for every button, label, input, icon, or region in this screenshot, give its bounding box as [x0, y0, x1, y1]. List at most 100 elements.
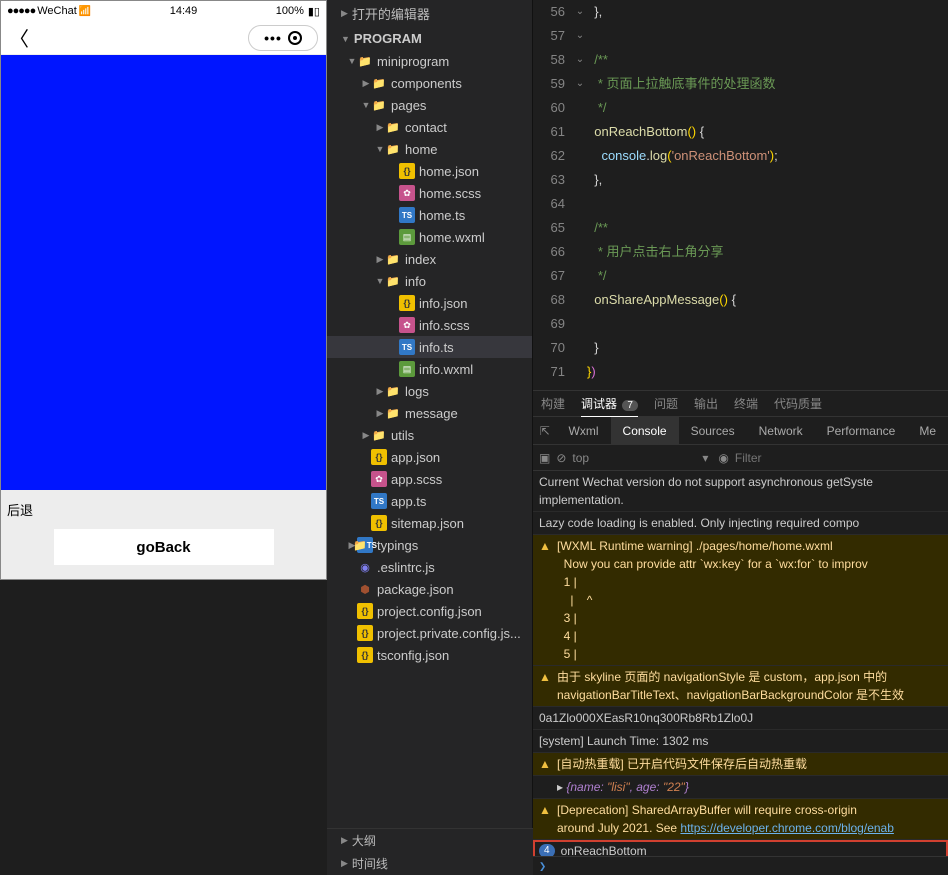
file-app.ts[interactable]: app.ts — [327, 490, 532, 512]
file-info.json[interactable]: info.json — [327, 292, 532, 314]
close-target-icon[interactable] — [288, 31, 302, 45]
inspect-icon[interactable]: ⇱ — [533, 424, 557, 438]
timeline-section[interactable]: ▶时间线 — [327, 852, 533, 875]
capsule-button[interactable]: ••• — [248, 25, 318, 51]
filter-input[interactable] — [735, 451, 942, 465]
ico-folder-icon: 📁 — [371, 75, 387, 91]
dtab-performance[interactable]: Performance — [815, 417, 908, 445]
file-home.ts[interactable]: home.ts — [327, 204, 532, 226]
file-tree: ▼📁miniprogram▶📁components▼📁pages▶📁contac… — [327, 50, 532, 666]
ico-json-icon — [371, 449, 387, 465]
ico-mini-icon: 📁 — [357, 53, 373, 69]
file-app.json[interactable]: app.json — [327, 446, 532, 468]
tab-quality[interactable]: 代码质量 — [774, 395, 822, 412]
back-icon[interactable]: 〈 — [9, 23, 29, 52]
devtool-tabs: ⇱ Wxml Console Sources Network Performan… — [533, 417, 948, 445]
console-log[interactable]: 0a1Zlo000XEasR10nq300Rb8Rb1Zlo0J — [533, 707, 948, 730]
console-log[interactable]: [system] Launch Time: 1302 ms — [533, 730, 948, 753]
console-log[interactable]: Lazy code loading is enabled. Only injec… — [533, 512, 948, 535]
console-log[interactable]: ▲[自动热重载] 已开启代码文件保存后自动热重载 — [533, 753, 948, 776]
folder-contact[interactable]: ▶📁contact — [327, 116, 532, 138]
console-log[interactable]: ▲由于 skyline 页面的 navigationStyle 是 custom… — [533, 666, 948, 707]
outline-section[interactable]: ▶大纲 — [327, 829, 533, 852]
file-info.wxml[interactable]: info.wxml — [327, 358, 532, 380]
console-prompt[interactable]: ❯ — [533, 856, 948, 875]
page-content[interactable] — [1, 55, 326, 490]
ico-json-icon — [357, 647, 373, 663]
console-output[interactable]: Current Wechat version do not support as… — [533, 471, 948, 856]
menu-dots-icon[interactable]: ••• — [264, 30, 282, 46]
console-log[interactable]: Current Wechat version do not support as… — [533, 471, 948, 512]
file-.eslintrc.js[interactable]: .eslintrc.js — [327, 556, 532, 578]
context-selector[interactable]: top — [572, 451, 712, 465]
explorer-footer: ▶大纲 ▶时间线 — [327, 828, 533, 875]
tab-debugger[interactable]: 调试器 7 — [581, 395, 638, 412]
console-toolbar: ▣ ⊘ top ◉ — [533, 445, 948, 471]
open-editors-section[interactable]: ▶打开的编辑器 — [327, 0, 532, 27]
file-home.scss[interactable]: home.scss — [327, 182, 532, 204]
console-log[interactable]: ▸ {name: "lisi", age: "22"} — [533, 776, 948, 799]
file-explorer[interactable]: ▶打开的编辑器 ▼PROGRAM ▼📁miniprogram▶📁componen… — [327, 0, 533, 875]
folder-info[interactable]: ▼📁info — [327, 270, 532, 292]
folder-logs[interactable]: ▶📁logs — [327, 380, 532, 402]
dtab-console[interactable]: Console — [611, 417, 679, 445]
ico-ts-icon: 📁 — [357, 537, 373, 553]
ico-wxml-icon — [399, 229, 415, 245]
clear-console-icon[interactable]: ⊘ — [556, 451, 566, 465]
nav-bar: 〈 ••• — [1, 21, 326, 55]
tab-terminal[interactable]: 终端 — [734, 395, 758, 412]
editor-area: 56575859606162636465666768697071 ⌄⌄⌄⌄ },… — [533, 0, 948, 875]
ico-ts-icon — [399, 207, 415, 223]
ico-grey-icon: 📁 — [385, 383, 401, 399]
folder-components[interactable]: ▶📁components — [327, 72, 532, 94]
battery-pct: 100% — [276, 5, 304, 17]
dtab-sources[interactable]: Sources — [679, 417, 747, 445]
project-root[interactable]: ▼PROGRAM — [327, 27, 532, 50]
dtab-wxml[interactable]: Wxml — [557, 417, 611, 445]
dtab-network[interactable]: Network — [747, 417, 815, 445]
file-package.json[interactable]: package.json — [327, 578, 532, 600]
sidebar-toggle-icon[interactable]: ▣ — [539, 451, 550, 465]
carrier: WeChat — [37, 5, 77, 17]
battery-icon: ▮▯ — [308, 5, 320, 18]
ico-wxml-icon — [399, 361, 415, 377]
file-home.wxml[interactable]: home.wxml — [327, 226, 532, 248]
status-bar: ●●●●● WeChat 📶 14:49 100% ▮▯ — [1, 1, 326, 21]
ico-json-icon — [357, 603, 373, 619]
tab-output[interactable]: 输出 — [694, 395, 718, 412]
panel-tabs: 构建 调试器 7 问题 输出 终端 代码质量 — [533, 391, 948, 417]
ico-ts-icon — [399, 339, 415, 355]
dtab-me[interactable]: Me — [907, 417, 948, 445]
ico-grey-icon: 📁 — [385, 251, 401, 267]
folder-home[interactable]: ▼📁home — [327, 138, 532, 160]
ico-json-icon — [357, 625, 373, 641]
file-app.scss[interactable]: app.scss — [327, 468, 532, 490]
console-log[interactable]: ▲[Deprecation] SharedArrayBuffer will re… — [533, 799, 948, 840]
file-tsconfig.json[interactable]: tsconfig.json — [327, 644, 532, 666]
file-info.ts[interactable]: info.ts — [327, 336, 532, 358]
code-editor[interactable]: 56575859606162636465666768697071 ⌄⌄⌄⌄ },… — [533, 0, 948, 390]
tab-build[interactable]: 构建 — [541, 395, 565, 412]
ico-folder-open-icon: 📁 — [385, 273, 401, 289]
folder-typings[interactable]: ▶📁typings — [327, 534, 532, 556]
file-info.scss[interactable]: info.scss — [327, 314, 532, 336]
tab-problems[interactable]: 问题 — [654, 395, 678, 412]
file-project.private.config.js...[interactable]: project.private.config.js... — [327, 622, 532, 644]
console-log[interactable]: 4onReachBottom — [533, 840, 948, 856]
ico-scss-icon — [399, 317, 415, 333]
folder-utils[interactable]: ▶📁utils — [327, 424, 532, 446]
folder-miniprogram[interactable]: ▼📁miniprogram — [327, 50, 532, 72]
ico-folder-open-icon: 📁 — [385, 141, 401, 157]
ico-json-icon — [371, 515, 387, 531]
folder-pages[interactable]: ▼📁pages — [327, 94, 532, 116]
ico-json-icon — [399, 163, 415, 179]
file-home.json[interactable]: home.json — [327, 160, 532, 182]
goback-button[interactable]: goBack — [54, 529, 274, 565]
file-sitemap.json[interactable]: sitemap.json — [327, 512, 532, 534]
folder-message[interactable]: ▶📁message — [327, 402, 532, 424]
folder-index[interactable]: ▶📁index — [327, 248, 532, 270]
ico-eslint-icon — [357, 559, 373, 575]
console-log[interactable]: ▲[WXML Runtime warning] ./pages/home/hom… — [533, 535, 948, 666]
file-project.config.json[interactable]: project.config.json — [327, 600, 532, 622]
eye-icon[interactable]: ◉ — [718, 451, 728, 465]
